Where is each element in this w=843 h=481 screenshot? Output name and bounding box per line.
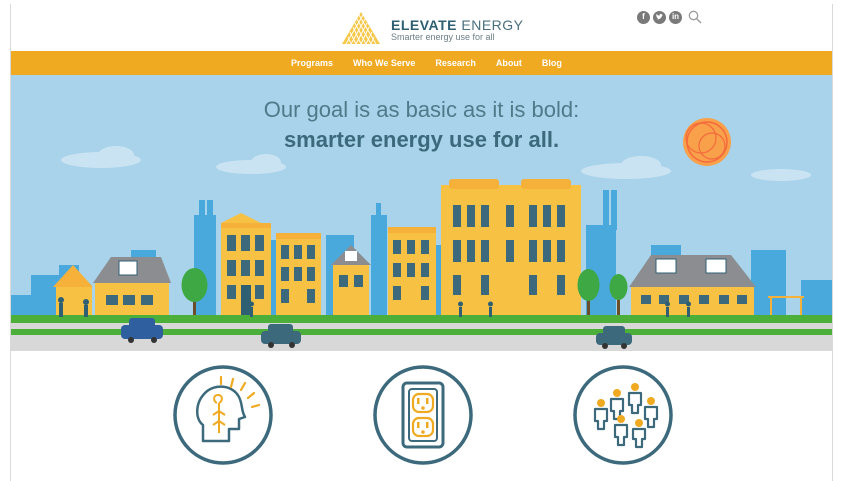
facebook-icon[interactable]: f — [637, 10, 650, 24]
page-frame: ELEVATE ENERGY Smarter energy use for al… — [10, 4, 833, 481]
main-nav: Programs Who We Serve Research About Blo… — [11, 51, 832, 75]
brand-name: ELEVATE ENERGY — [391, 17, 524, 33]
nav-item-who-we-serve[interactable]: Who We Serve — [343, 51, 425, 75]
linkedin-icon[interactable]: in — [669, 10, 682, 24]
hero-headline: Our goal is as basic as it is bold: — [263, 97, 580, 122]
search-icon[interactable] — [688, 10, 702, 24]
logo-mark-icon — [342, 12, 380, 45]
brand-name-bold: ELEVATE — [391, 17, 457, 33]
twitter-icon[interactable] — [653, 10, 666, 24]
brand-name-light: ENERGY — [461, 17, 524, 33]
people-community-icon[interactable] — [571, 363, 675, 467]
nav-item-research[interactable]: Research — [425, 51, 486, 75]
nav-item-blog[interactable]: Blog — [532, 51, 572, 75]
site-header: ELEVATE ENERGY Smarter energy use for al… — [11, 4, 832, 50]
feature-icons — [11, 351, 832, 481]
nav-items: Programs Who We Serve Research About Blo… — [281, 51, 572, 75]
hero-subheadline: smarter energy use for all. — [283, 127, 560, 152]
brand-tagline: Smarter energy use for all — [391, 32, 495, 42]
power-outlet-icon[interactable] — [371, 363, 475, 467]
head-idea-icon[interactable] — [171, 363, 275, 467]
nav-item-about[interactable]: About — [486, 51, 532, 75]
social-links: f in — [637, 10, 702, 24]
site-logo[interactable]: ELEVATE ENERGY Smarter energy use for al… — [341, 11, 541, 45]
hero-banner: Our goal is as basic as it is bold: smar… — [11, 75, 832, 351]
nav-item-programs[interactable]: Programs — [281, 51, 343, 75]
